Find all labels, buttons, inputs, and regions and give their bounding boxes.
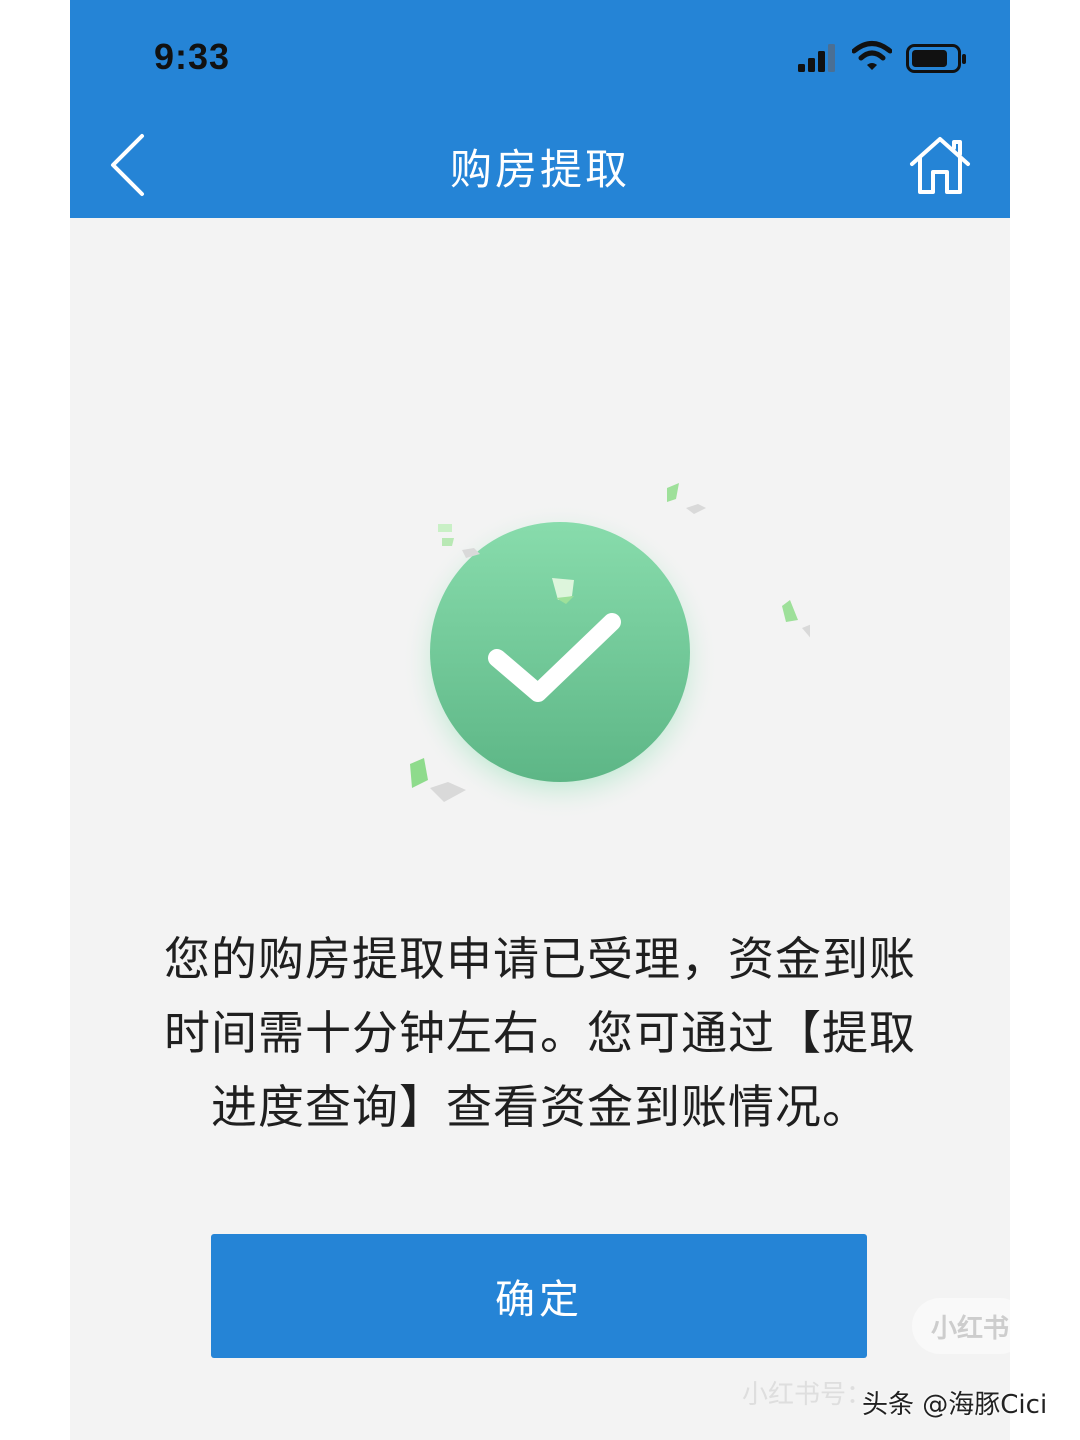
signal-icon: [798, 44, 835, 72]
battery-icon: [906, 44, 966, 73]
confirm-button[interactable]: 确定: [211, 1234, 867, 1358]
status-time: 9:33: [154, 36, 231, 77]
result-message-line: 进度查询】查看资金到账情况。: [211, 1080, 869, 1134]
home-button[interactable]: [908, 134, 972, 196]
app-header: 9:33 购房提取: [70, 0, 1010, 218]
result-message-line: 您的购房提取申请已受理，资金到账: [164, 932, 916, 986]
phone-screen: 9:33 购房提取 您的购房提取申请已受理，资金到账 时间需十分钟左右。您可通过…: [70, 0, 1010, 1440]
result-message: 您的购房提取申请已受理，资金到账 时间需十分钟左右。您可通过【提取 进度查询】查…: [130, 922, 950, 1144]
watermark-credit: 头条 @海豚Cici: [862, 1390, 1048, 1420]
watermark-badge: 小红书: [912, 1298, 1028, 1354]
success-illustration: [402, 483, 810, 820]
watermark-id: 小红书号：: [742, 1380, 873, 1410]
result-message-line: 时间需十分钟左右。您可通过【提取: [164, 1006, 916, 1060]
page-title: 购房提取: [449, 145, 630, 194]
home-icon: [910, 137, 970, 194]
wifi-icon: [852, 41, 892, 70]
success-circle: [430, 522, 690, 782]
